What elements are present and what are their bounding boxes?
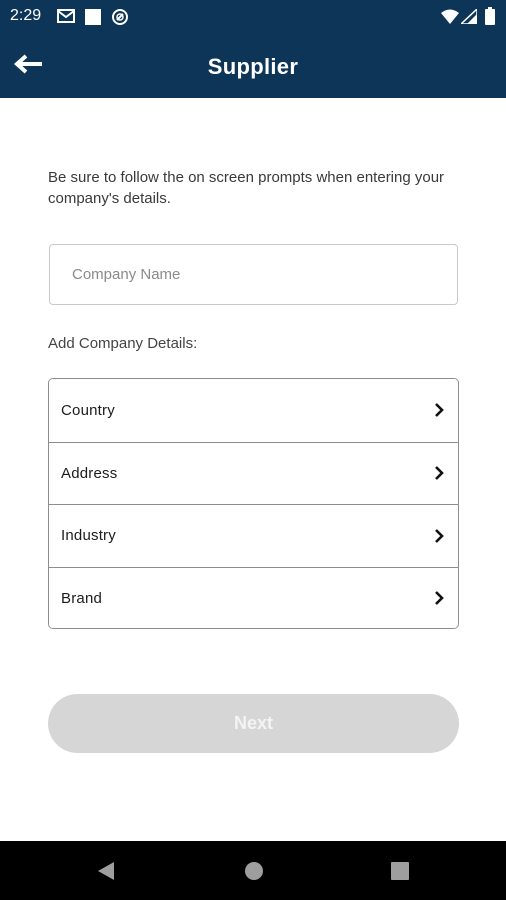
company-details-list: Country Address Industry Brand [48, 378, 459, 629]
details-item-industry[interactable]: Industry [49, 504, 458, 567]
chevron-right-icon [435, 466, 444, 481]
details-item-label: Country [61, 401, 115, 419]
intro-text: Be sure to follow the on screen prompts … [48, 169, 445, 207]
chevron-right-icon [435, 528, 444, 543]
details-item-country[interactable]: Country [49, 379, 458, 442]
details-item-address[interactable]: Address [49, 441, 458, 504]
chevron-right-icon [435, 403, 444, 418]
status-bar: 2:29 [0, 0, 506, 34]
page-title: Supplier [207, 54, 299, 79]
system-nav-bar [0, 841, 506, 900]
company-name-input[interactable] [49, 244, 458, 305]
details-item-brand[interactable]: Brand [49, 566, 458, 628]
details-item-label: Industry [61, 527, 116, 545]
gmail-icon [57, 9, 75, 23]
details-section-label: Add Company Details: [48, 335, 198, 352]
chevron-right-icon [435, 591, 444, 606]
status-time: 2:29 [10, 7, 42, 24]
sync-icon [112, 9, 128, 25]
wifi-icon [441, 9, 459, 24]
details-item-label: Brand [61, 589, 103, 607]
next-button[interactable]: Next [48, 694, 459, 753]
details-item-label: Address [61, 464, 118, 482]
back-triangle-icon[interactable] [94, 859, 118, 883]
square-notification-icon [85, 9, 101, 25]
recents-square-icon[interactable] [388, 859, 412, 883]
battery-icon [485, 7, 495, 25]
app-bar: Supplier [0, 34, 506, 98]
signal-icon [461, 9, 477, 24]
home-circle-icon[interactable] [242, 859, 266, 883]
